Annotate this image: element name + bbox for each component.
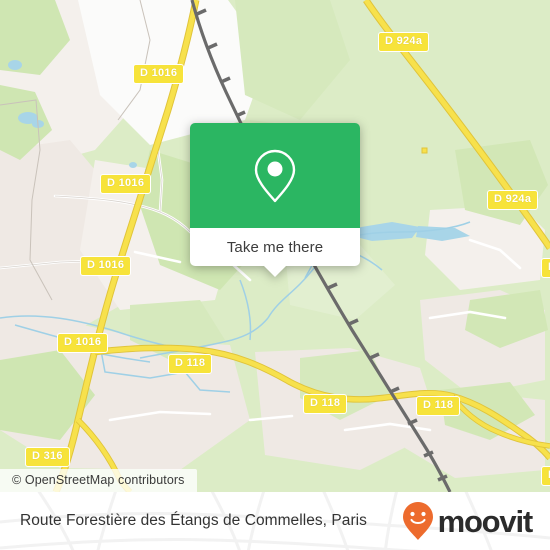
popup-tail-pointer xyxy=(264,266,286,277)
map-canvas[interactable]: D 1016 D 1016 D 1016 D 1016 D 924a D 924… xyxy=(0,0,550,492)
screenshot-root: D 1016 D 1016 D 1016 D 1016 D 924a D 924… xyxy=(0,0,550,550)
road-shield-d1016-3[interactable]: D 1016 xyxy=(80,256,132,276)
road-shield-d924a-1[interactable]: D 924a xyxy=(378,32,430,52)
moovit-wordmark: moovit xyxy=(437,503,534,539)
map-attribution[interactable]: © OpenStreetMap contributors xyxy=(0,469,197,492)
road-shield-d118-1[interactable]: D 118 xyxy=(168,354,213,374)
road-shield-d1016-1[interactable]: D 1016 xyxy=(133,64,185,84)
footer-bar: Route Forestière des Étangs de Commelles… xyxy=(0,492,550,550)
road-shield-edge-right[interactable]: D xyxy=(541,258,550,278)
road-shield-d1016-2[interactable]: D 1016 xyxy=(100,174,152,194)
location-title: Route Forestière des Étangs de Commelles… xyxy=(20,512,367,529)
road-shield-d118-2[interactable]: D 118 xyxy=(303,394,348,414)
moovit-logo[interactable]: moovit xyxy=(401,501,534,541)
road-shield-edge-bottom-right[interactable]: D xyxy=(541,466,550,486)
road-shield-d316[interactable]: D 316 xyxy=(25,447,70,467)
road-shield-d118-3[interactable]: D 118 xyxy=(416,396,461,416)
popup-header xyxy=(190,123,360,228)
road-shield-d1016-4[interactable]: D 1016 xyxy=(57,333,109,353)
popup-footer[interactable]: Take me there xyxy=(190,228,360,277)
road-shield-d924a-2[interactable]: D 924a xyxy=(487,190,539,210)
map-pin-icon xyxy=(254,149,296,202)
take-me-there-button[interactable]: Take me there xyxy=(227,239,323,256)
moovit-smiley-pin-icon xyxy=(402,502,433,540)
destination-popup[interactable]: Take me there xyxy=(190,123,360,277)
